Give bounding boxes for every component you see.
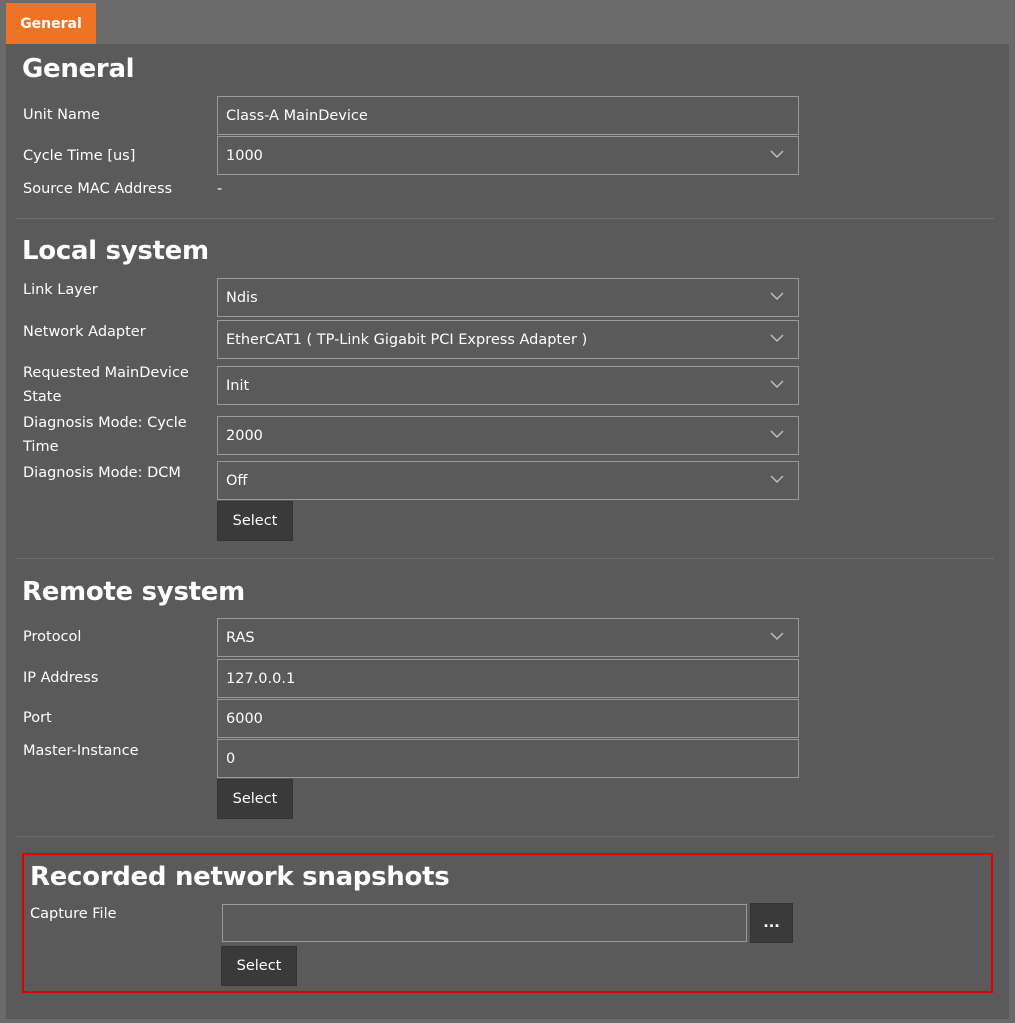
section-title-general: General [22,54,135,84]
network-adapter-value: EtherCAT1 ( TP-Link Gigabit PCI Express … [226,331,588,348]
chevron-down-icon [770,292,784,301]
cycle-time-select[interactable]: 1000 [217,136,799,175]
diag-cycle-time-select[interactable]: 2000 [217,416,799,455]
requested-state-label: Requested MainDevice State [23,365,189,405]
mac-address-label: Source MAC Address [23,181,173,197]
divider [16,218,994,219]
master-instance-label: Master-Instance [23,743,139,759]
capture-file-label: Capture File [30,906,117,922]
protocol-select[interactable]: RAS [217,618,799,657]
link-layer-label: Link Layer [23,282,98,298]
port-value: 6000 [226,710,263,727]
capture-file-input[interactable] [222,904,747,942]
cycle-time-label: Cycle Time [us] [23,148,136,164]
unit-name-value: Class-A MainDevice [226,107,368,124]
divider [16,558,994,559]
link-layer-select[interactable]: Ndis [217,278,799,317]
section-title-remote-system: Remote system [22,577,245,607]
local-select-button[interactable]: Select [217,501,293,541]
divider [16,836,994,837]
diag-dcm-select[interactable]: Off [217,461,799,500]
diag-dcm-label: Diagnosis Mode: DCM [23,465,181,481]
chevron-down-icon [770,334,784,343]
chevron-down-icon [770,475,784,484]
network-adapter-label: Network Adapter [23,324,146,340]
ip-address-value: 127.0.0.1 [226,670,296,687]
ip-address-label: IP Address [23,670,99,686]
unit-name-input[interactable]: Class-A MainDevice [217,96,799,135]
diag-dcm-value: Off [226,472,248,489]
unit-name-label: Unit Name [23,107,100,123]
master-instance-input[interactable]: 0 [217,739,799,778]
protocol-value: RAS [226,629,255,646]
ip-address-input[interactable]: 127.0.0.1 [217,659,799,698]
section-title-snapshots: Recorded network snapshots [30,862,450,892]
requested-state-value: Init [226,377,250,394]
link-layer-value: Ndis [226,289,258,306]
snapshots-select-button[interactable]: Select [221,946,297,986]
section-title-local-system: Local system [22,236,209,266]
settings-panel: General Unit Name Class-A MainDevice Cyc… [6,44,1009,1019]
master-instance-value: 0 [226,750,236,767]
port-label: Port [23,710,52,726]
chevron-down-icon [770,380,784,389]
port-input[interactable]: 6000 [217,699,799,738]
network-adapter-select[interactable]: EtherCAT1 ( TP-Link Gigabit PCI Express … [217,320,799,359]
protocol-label: Protocol [23,629,82,645]
diag-cycle-time-value: 2000 [226,427,263,444]
tab-bar: General [0,0,1015,44]
chevron-down-icon [770,632,784,641]
chevron-down-icon [770,150,784,159]
chevron-down-icon [770,430,784,439]
mac-address-value: - [217,181,223,197]
remote-select-button[interactable]: Select [217,779,293,819]
browse-button[interactable]: ... [750,903,793,943]
tab-general[interactable]: General [6,3,96,44]
requested-state-select[interactable]: Init [217,366,799,405]
diag-cycle-time-label: Diagnosis Mode: Cycle Time [23,415,187,455]
cycle-time-value: 1000 [226,147,263,164]
